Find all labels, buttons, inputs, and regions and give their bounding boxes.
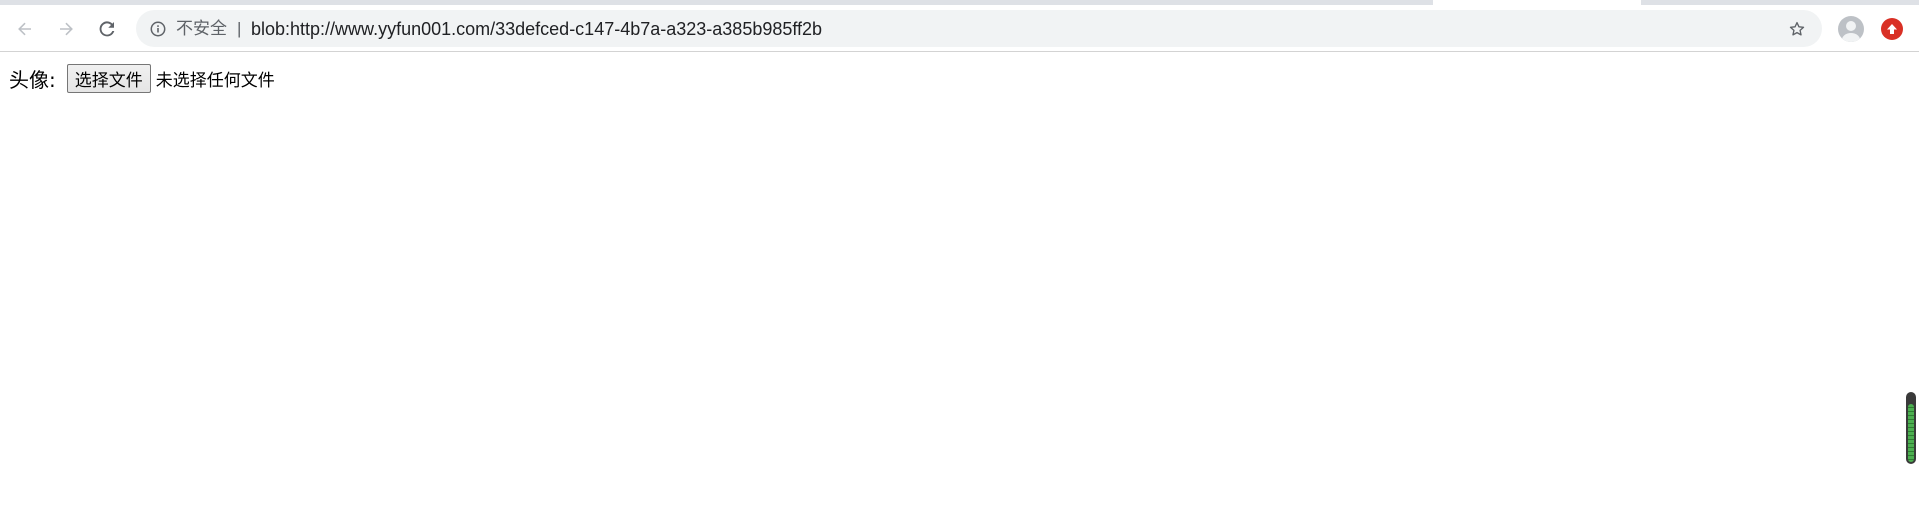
star-icon[interactable] — [1786, 18, 1808, 40]
forward-button[interactable] — [50, 13, 82, 45]
url-text[interactable]: blob:http://www.yyfun001.com/33defced-c1… — [251, 18, 822, 40]
avatar[interactable] — [1838, 16, 1864, 42]
choose-file-button[interactable]: 选择文件 — [66, 63, 151, 93]
side-level-fill — [1908, 404, 1914, 462]
omnibox-separator: | — [237, 19, 242, 38]
avatar-body — [1842, 33, 1860, 42]
avatar-field-label: 头像: — [9, 67, 56, 92]
arrow-left-icon — [15, 19, 35, 39]
file-status-text: 未选择任何文件 — [155, 70, 275, 91]
browser-toolbar: 不安全 | blob:http://www.yyfun001.com/33def… — [0, 5, 1919, 52]
arrow-right-icon — [56, 19, 76, 39]
security-status-label[interactable]: 不安全 — [176, 19, 227, 39]
address-bar[interactable]: 不安全 | blob:http://www.yyfun001.com/33def… — [136, 10, 1822, 47]
back-button[interactable] — [9, 13, 41, 45]
upload-arrow-icon[interactable] — [1881, 18, 1903, 40]
avatar-upload-row: 头像: 选择文件 未选择任何文件 — [9, 63, 275, 93]
info-icon[interactable] — [148, 19, 168, 39]
reload-button[interactable] — [91, 13, 123, 45]
side-level-widget[interactable] — [1906, 392, 1916, 464]
page-content: 头像: 选择文件 未选择任何文件 — [0, 53, 1919, 511]
avatar-head — [1846, 21, 1856, 31]
reload-icon — [97, 19, 117, 39]
